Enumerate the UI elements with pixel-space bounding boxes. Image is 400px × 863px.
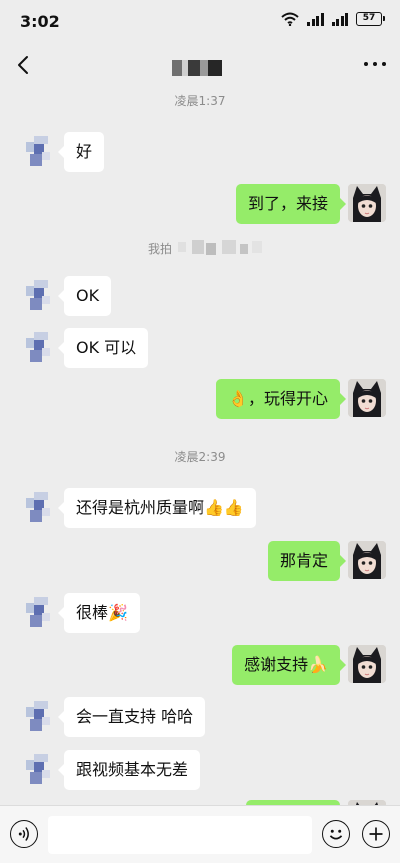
message-input[interactable] [48,816,312,854]
chat-title-redacted [172,60,228,76]
battery-icon: 57 [356,12,385,26]
contact-avatar[interactable] [22,276,60,314]
message-bubble[interactable]: 那肯定 [267,541,347,581]
contact-avatar[interactable] [22,750,60,788]
contact-avatar[interactable] [22,328,60,366]
add-more-icon[interactable] [362,820,390,848]
signal-icon-2 [331,12,348,26]
more-options-icon[interactable] [364,62,386,70]
my-avatar[interactable] [348,541,386,579]
timestamp: 凌晨1:37 [174,94,226,108]
signal-icon [307,12,324,26]
message-list[interactable]: 凌晨1:37 好 到了，来接 我拍 OK OK 可以 👌，玩得开心 凌晨2:39… [0,88,400,805]
message-bubble[interactable]: 很棒🎉 [58,593,140,633]
input-bar [0,805,400,863]
timestamp: 凌晨2:39 [174,450,226,464]
back-arrow-icon[interactable] [12,53,36,77]
message-bubble[interactable]: OK 可以 [57,328,149,368]
system-message-row: 我拍 [0,238,400,260]
contact-avatar[interactable] [22,488,60,526]
status-icons: 57 [281,12,385,26]
contact-avatar[interactable] [22,132,60,170]
message-bubble[interactable]: 会一直支持 哈哈 [57,697,206,737]
my-avatar[interactable] [348,184,386,222]
voice-input-icon[interactable] [10,820,38,848]
message-bubble[interactable]: OK [57,276,112,316]
status-bar: 3:02 57 [0,0,400,44]
my-avatar[interactable] [348,379,386,417]
status-time: 3:02 [20,12,60,31]
contact-avatar[interactable] [22,593,60,631]
message-bubble[interactable]: 还得是杭州质量啊👍👍 [58,488,256,528]
my-avatar[interactable] [348,645,386,683]
system-message-redacted [178,238,288,256]
system-message: 我拍 [148,242,173,256]
emoji-icon[interactable] [322,820,350,848]
message-bubble[interactable]: 👌，玩得开心 [216,379,346,419]
message-bubble[interactable]: 跟视频基本无差 [57,750,201,790]
contact-avatar[interactable] [22,697,60,735]
wifi-icon [281,12,299,26]
message-bubble[interactable]: 感谢支持🍌 [232,645,346,685]
message-bubble[interactable]: 好 [57,132,105,172]
message-bubble[interactable]: 到了，来接 [235,184,347,224]
